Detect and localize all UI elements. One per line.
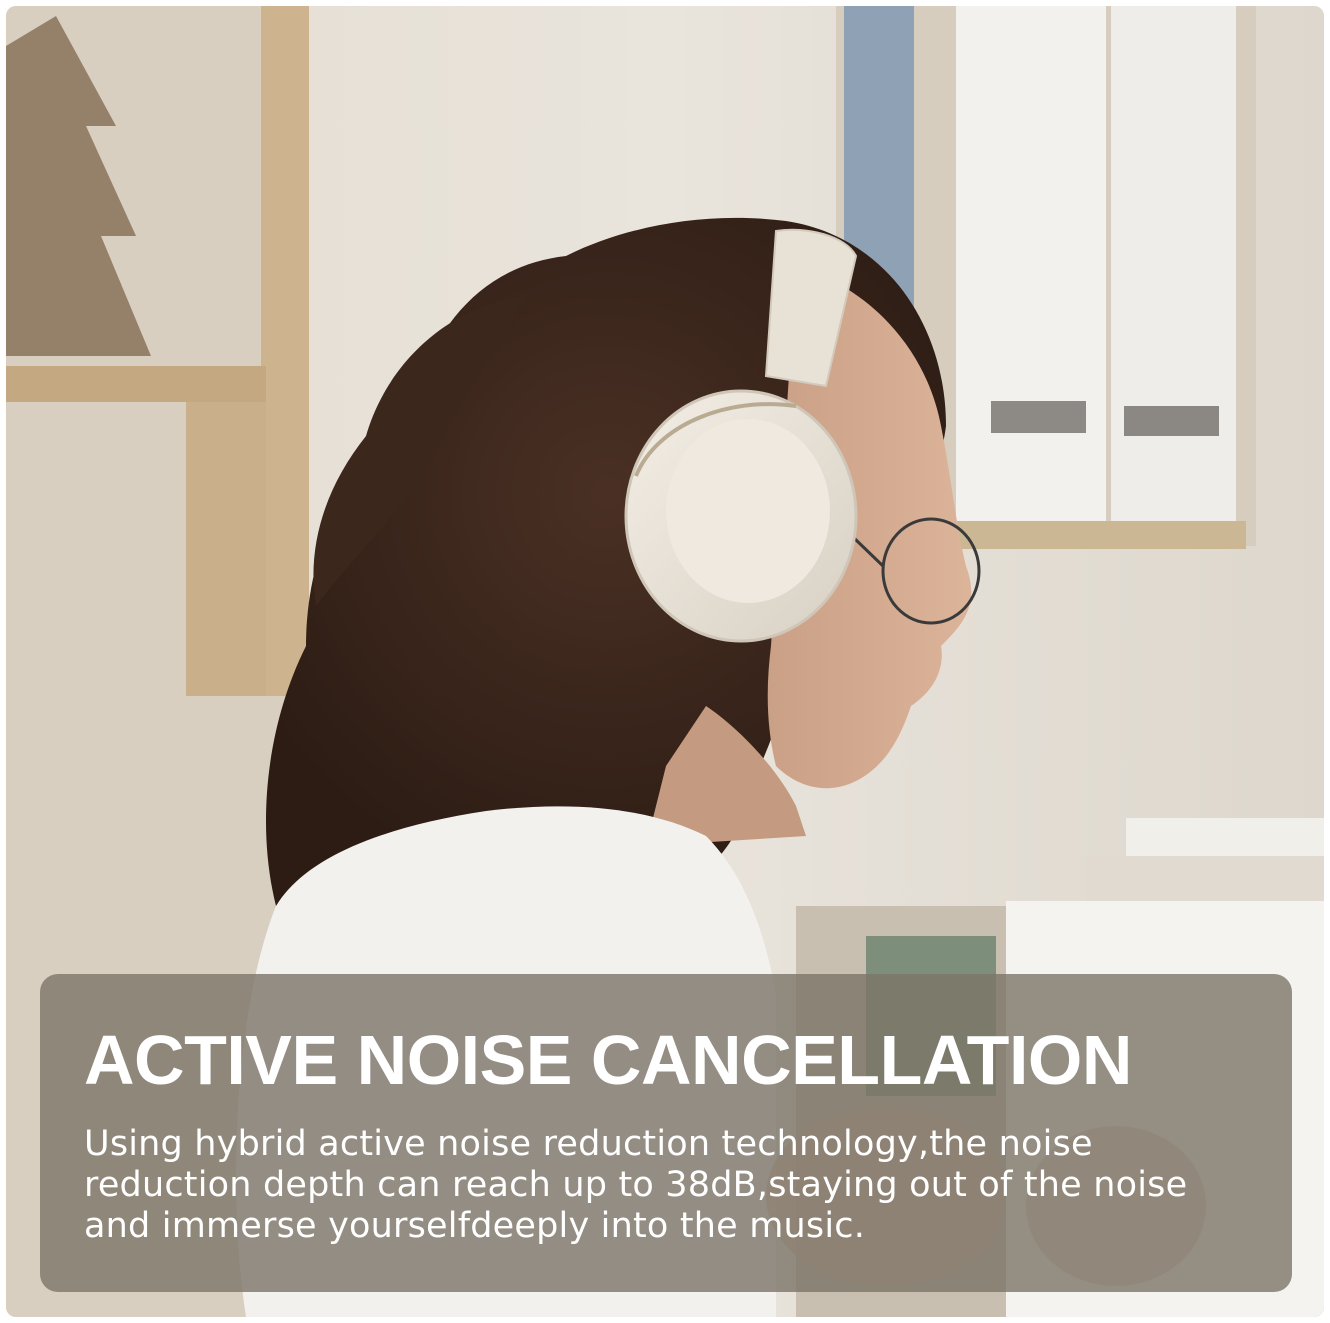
wood-shelf-vertical xyxy=(261,6,309,696)
wood-shelf-side xyxy=(186,386,266,696)
banner-description: Using hybrid active noise reduction tech… xyxy=(84,1124,1188,1246)
binder-2 xyxy=(1111,6,1236,521)
binder-label-1 xyxy=(991,401,1086,433)
ear-cup-inner xyxy=(666,419,830,603)
caption-panel: ACTIVE NOISE CANCELLATION Using hybrid a… xyxy=(40,974,1292,1292)
binder-1 xyxy=(956,6,1106,521)
binder-label-2 xyxy=(1124,406,1219,436)
cabinet-bottom-edge xyxy=(946,521,1246,549)
wood-shelf-board xyxy=(6,366,266,402)
banner-headline: ACTIVE NOISE CANCELLATION xyxy=(84,1021,1132,1099)
product-banner: ACTIVE NOISE CANCELLATION Using hybrid a… xyxy=(6,6,1324,1317)
